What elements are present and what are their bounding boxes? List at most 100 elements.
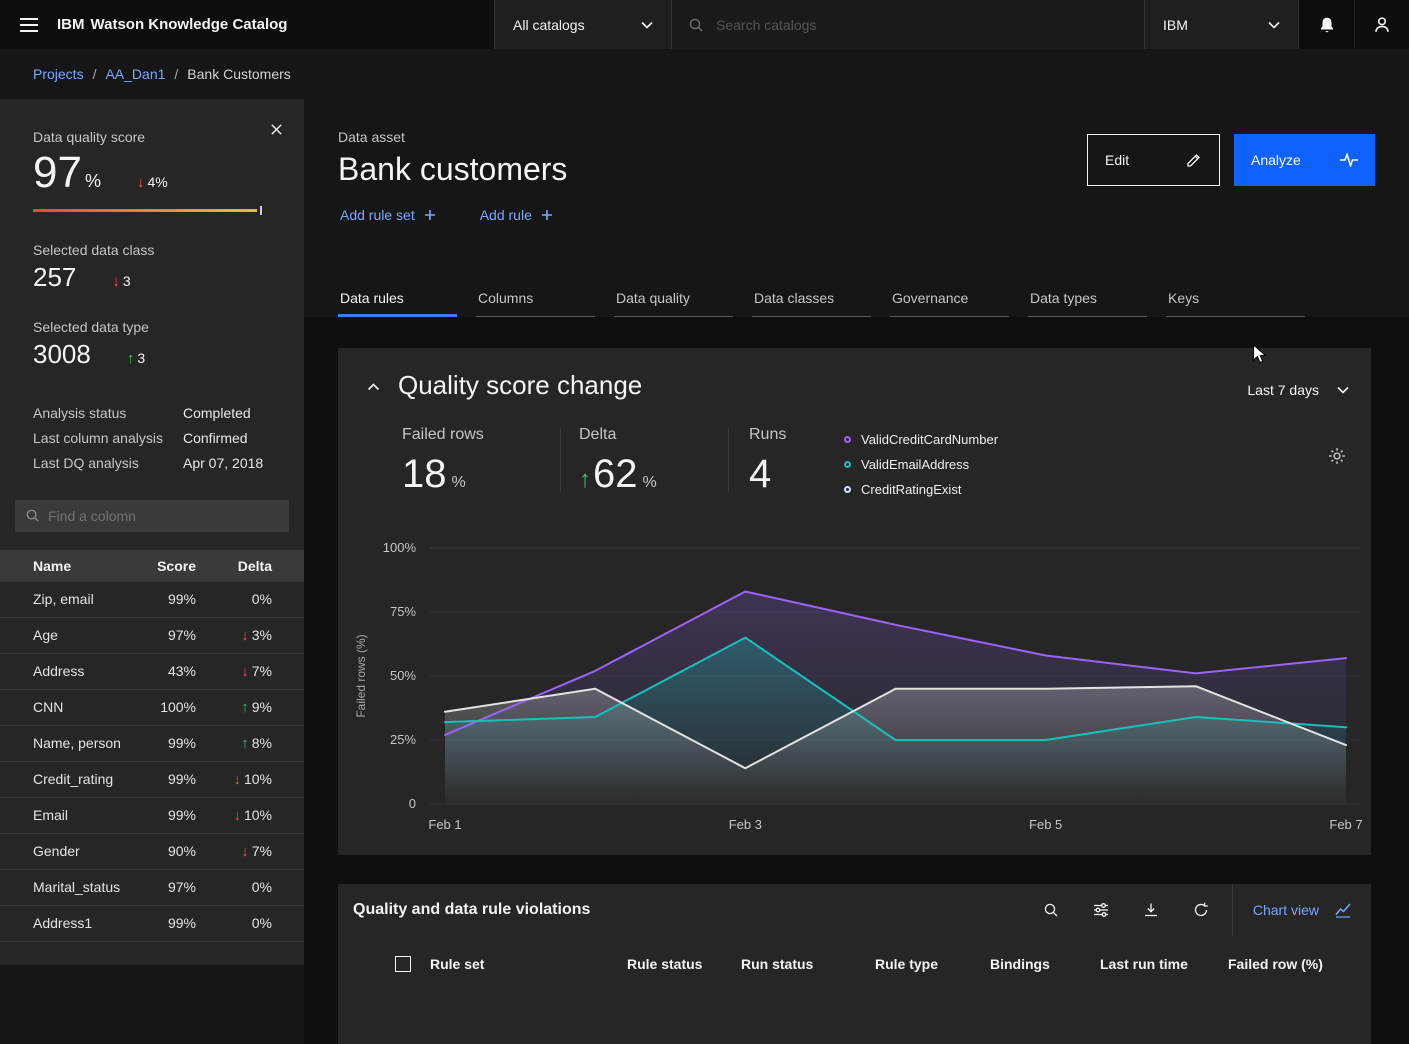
arrow-down-icon: ↓ <box>241 663 249 680</box>
column-row[interactable]: Gender90%↓7% <box>0 834 304 870</box>
tab-columns[interactable]: Columns <box>476 282 595 317</box>
catalog-selector[interactable]: All catalogs <box>494 0 672 49</box>
account-selector-label: IBM <box>1163 17 1188 33</box>
violations-header: Quality and data rule violations <box>338 884 1371 936</box>
select-all-checkbox[interactable] <box>395 956 411 972</box>
svg-text:100%: 100% <box>383 540 417 555</box>
chart-view-toggle[interactable]: Chart view <box>1232 884 1371 936</box>
breadcrumb-item: Bank Customers <box>187 66 290 82</box>
column-score: 99% <box>140 591 196 607</box>
search-input[interactable] <box>716 17 1128 33</box>
column-row[interactable]: Age97%↓3% <box>0 618 304 654</box>
analyze-button-label: Analyze <box>1251 152 1301 168</box>
filter-button[interactable] <box>1076 884 1126 936</box>
column-row[interactable]: Address43%↓7% <box>0 654 304 690</box>
brand-name: Watson Knowledge Catalog <box>91 16 288 33</box>
legend-ring-icon <box>844 486 851 493</box>
column-delta: ↑9% <box>196 699 272 716</box>
bell-icon <box>1318 16 1336 34</box>
chevron-down-icon <box>1337 386 1349 394</box>
metric-label: Failed rows <box>402 426 560 444</box>
column-name: Zip, email <box>33 591 140 607</box>
account-selector[interactable]: IBM <box>1144 0 1299 49</box>
column-row[interactable]: Address199%0% <box>0 906 304 942</box>
arrow-up-icon: ↑ <box>241 735 249 752</box>
data-class-row: 257 ↓3 <box>33 264 288 291</box>
violations-table-header-cells: Rule setRule statusRun statusRule typeBi… <box>411 956 1371 972</box>
column-row[interactable]: Credit_rating99%↓10% <box>0 762 304 798</box>
column-score: 97% <box>140 879 196 895</box>
tab-data-types[interactable]: Data types <box>1028 282 1147 317</box>
column-score: 43% <box>140 663 196 679</box>
tab-keys[interactable]: Keys <box>1166 282 1305 317</box>
tab-data-quality[interactable]: Data quality <box>614 282 733 317</box>
column-name: Email <box>33 807 140 823</box>
chart-settings-button[interactable] <box>1325 444 1349 468</box>
svg-text:Feb 3: Feb 3 <box>729 817 762 832</box>
user-profile-button[interactable] <box>1354 0 1409 49</box>
legend-item[interactable]: ValidEmailAddress <box>844 457 998 472</box>
add-rule-set-link[interactable]: Add rule set <box>340 207 436 223</box>
column-row[interactable]: Name, person99%↑8% <box>0 726 304 762</box>
column-score-table-body: Zip, email99%0%Age97%↓3%Address43%↓7%CNN… <box>0 582 304 942</box>
edit-button-label: Edit <box>1105 152 1129 168</box>
column-delta-value: 0% <box>252 591 272 607</box>
line-chart-icon <box>1335 902 1351 918</box>
notifications-button[interactable] <box>1299 0 1354 49</box>
download-button[interactable] <box>1126 884 1176 936</box>
column-row[interactable]: Email99%↓10% <box>0 798 304 834</box>
metric-value: 4 <box>749 454 771 494</box>
column-name: Credit_rating <box>33 771 140 787</box>
svg-text:25%: 25% <box>390 732 416 747</box>
tab-data-classes[interactable]: Data classes <box>752 282 871 317</box>
data-type-label: Selected data type <box>33 319 288 335</box>
legend-item[interactable]: ValidCreditCardNumber <box>844 432 998 447</box>
table-search-button[interactable] <box>1026 884 1076 936</box>
activity-icon <box>1340 153 1358 167</box>
filter-sliders-icon <box>1093 902 1109 918</box>
meta-label: Last column analysis <box>33 430 183 446</box>
find-column-input[interactable] <box>48 508 279 524</box>
column-row[interactable]: Marital_status97%0% <box>0 870 304 906</box>
column-delta-value: 10% <box>244 771 272 787</box>
analyze-button[interactable]: Analyze <box>1234 134 1375 186</box>
quality-score: 97 % ↓4% <box>33 151 288 195</box>
quality-score-delta-value: 4% <box>147 174 167 190</box>
hamburger-menu-button[interactable] <box>0 0 57 49</box>
column-header-score: Score <box>140 558 196 574</box>
find-column-search <box>15 500 289 532</box>
metric-value: 18 <box>402 454 447 494</box>
metric-unit: % <box>643 475 657 491</box>
download-icon <box>1143 902 1159 918</box>
close-icon[interactable] <box>260 113 292 145</box>
column-row[interactable]: CNN100%↑9% <box>0 690 304 726</box>
column-row[interactable]: Zip, email99% 0% <box>0 582 304 618</box>
data-type-row: 3008 ↑3 <box>33 341 288 368</box>
quality-line-chart: 100%75%50%25%0Failed rows (%)Feb 1Feb 3F… <box>338 533 1371 843</box>
column-delta: ↑8% <box>196 735 272 752</box>
refresh-button[interactable] <box>1176 884 1226 936</box>
violations-column-header: Run status <box>741 956 875 972</box>
meta-value: Apr 07, 2018 <box>183 455 263 471</box>
collapse-section-button[interactable] <box>362 376 384 398</box>
user-icon <box>1373 16 1391 34</box>
quality-score-change-card: Quality score change Last 7 days Failed … <box>338 348 1371 855</box>
column-delta-value: 0% <box>252 879 272 895</box>
edit-button[interactable]: Edit <box>1087 134 1220 186</box>
column-delta-value: 10% <box>244 807 272 823</box>
legend-ring-icon <box>844 436 851 443</box>
metric-label: Runs <box>749 426 819 444</box>
time-range-selector[interactable]: Last 7 days <box>1247 382 1349 398</box>
column-name: Age <box>33 627 140 643</box>
tab-data-rules[interactable]: Data rules <box>338 282 457 317</box>
breadcrumb-item[interactable]: Projects <box>33 66 84 82</box>
arrow-down-icon: ↓ <box>241 843 249 860</box>
chevron-down-icon <box>1268 21 1280 29</box>
tab-governance[interactable]: Governance <box>890 282 1009 317</box>
add-rule-link[interactable]: Add rule <box>480 207 553 223</box>
column-delta-value: 7% <box>252 843 272 859</box>
column-delta: ↓7% <box>196 843 272 860</box>
breadcrumb-item[interactable]: AA_Dan1 <box>105 66 165 82</box>
legend-item[interactable]: CreditRatingExist <box>844 482 998 497</box>
quality-score-delta: ↓4% <box>137 174 168 191</box>
